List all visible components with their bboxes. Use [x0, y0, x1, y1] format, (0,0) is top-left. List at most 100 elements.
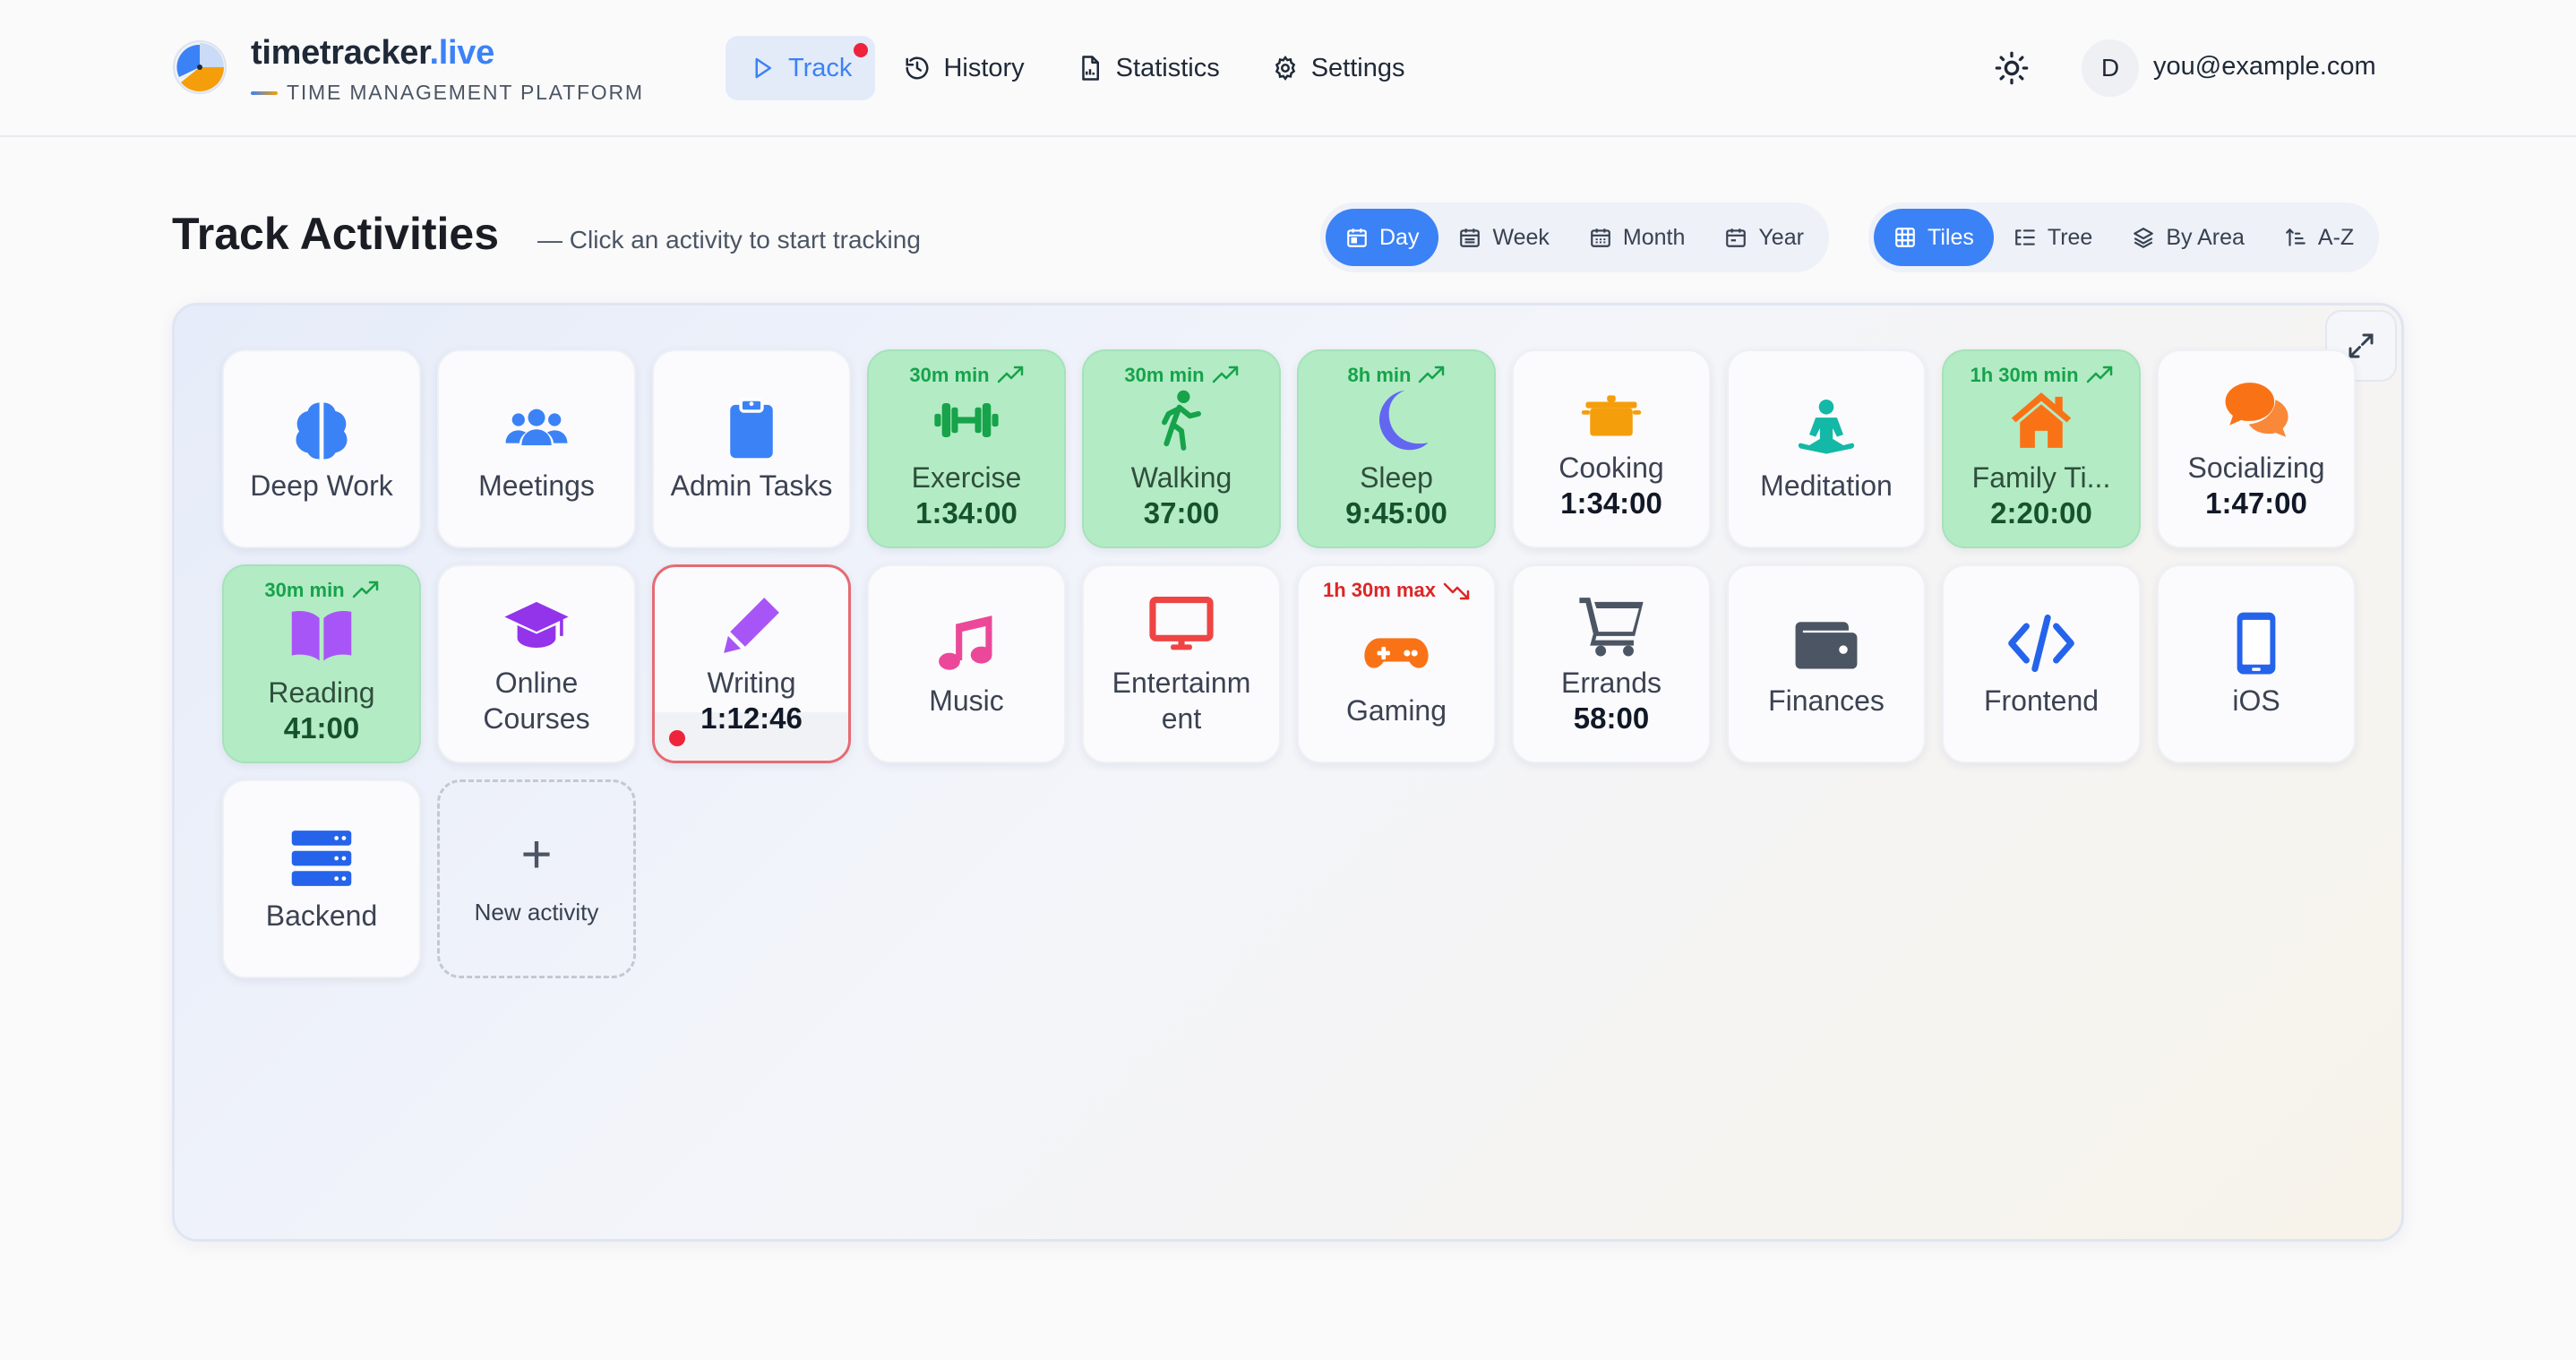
activity-tile-finances[interactable]: Finances [1727, 564, 1926, 763]
period-week-button[interactable]: Week [1438, 209, 1568, 266]
walking-icon [1147, 386, 1215, 454]
report-icon [1081, 56, 1099, 81]
goal-badge: 1h 30m max [1299, 579, 1494, 602]
tree-list-icon [2015, 229, 2035, 245]
activity-tile-sleep[interactable]: 8h min Sleep 9:45:00 [1297, 349, 1496, 548]
logo-icon[interactable] [172, 39, 228, 95]
activity-name: Sleep [1360, 461, 1433, 494]
sun-icon[interactable] [1994, 50, 2030, 86]
trend-up-icon [352, 581, 378, 598]
nav-history[interactable]: History [880, 36, 1047, 100]
activity-name: Exercise [911, 461, 1022, 494]
nav-settings[interactable]: Settings [1249, 36, 1429, 100]
goal-badge: 30m min [224, 579, 419, 602]
mobile-icon [2222, 609, 2290, 677]
activity-name: Reading [268, 676, 375, 709]
activity-tile-family-ti[interactable]: 1h 30m min Family Ti... 2:20:00 [1942, 349, 2141, 548]
code-icon [2007, 609, 2075, 677]
activity-tile-writing[interactable]: Writing 1:12:46 [652, 564, 851, 763]
activity-tile-reading[interactable]: 30m min Reading 41:00 [222, 564, 421, 763]
period-year-button[interactable]: Year [1704, 209, 1824, 266]
activity-tile-online-courses[interactable]: Online Courses [437, 564, 636, 763]
brand-name[interactable]: timetracker.live [251, 34, 494, 73]
avatar[interactable]: D [2082, 39, 2139, 97]
period-day-label: Day [1379, 224, 1420, 250]
brand-domain: .live [429, 34, 495, 72]
activity-time: 58:00 [1573, 702, 1650, 735]
activity-time: 41:00 [283, 711, 360, 745]
goal-badge: 1h 30m min [1944, 364, 2139, 387]
view-by-area-label: By Area [2166, 224, 2245, 250]
activity-name: Meetings [478, 469, 595, 502]
play-icon [755, 57, 771, 79]
activity-tile-entertainm-ent[interactable]: Entertainm ent [1082, 564, 1281, 763]
pot-icon [1577, 376, 1645, 444]
activity-name: iOS [2232, 684, 2280, 717]
brand-tagline-text: TIME MANAGEMENT PLATFORM [287, 81, 644, 104]
goal-badge: 30m min [1084, 364, 1279, 387]
view-tiles-label: Tiles [1928, 224, 1974, 250]
nav-statistics-label: Statistics [1115, 53, 1220, 82]
view-filter: Tiles Tree By Area A-Z [1868, 202, 2380, 272]
new-activity-button[interactable]: + New activity [437, 779, 636, 978]
trend-down-icon [1443, 582, 1470, 600]
calendar-icon [1347, 228, 1367, 247]
goal-badge-text: 8h min [1347, 364, 1412, 386]
activity-name: Family Ti... [1971, 461, 2111, 494]
view-tree-button[interactable]: Tree [1994, 209, 2112, 266]
nav-track-label: Track [788, 53, 853, 82]
activity-tile-music[interactable]: Music [867, 564, 1066, 763]
activity-tile-gaming[interactable]: 1h 30m max Gaming [1297, 564, 1496, 763]
grid-icon [1895, 228, 1915, 247]
activity-tile-admin-tasks[interactable]: Admin Tasks [652, 349, 851, 548]
goal-badge-text: 30m min [1124, 364, 1205, 386]
activity-tile-deep-work[interactable]: Deep Work [222, 349, 421, 548]
cart-icon [1577, 591, 1645, 659]
view-by-area-button[interactable]: By Area [2112, 209, 2264, 266]
activity-tile-cooking[interactable]: Cooking 1:34:00 [1512, 349, 1711, 548]
activity-name: Meditation [1760, 469, 1893, 502]
activity-tile-backend[interactable]: Backend [222, 779, 421, 978]
activity-tile-exercise[interactable]: 30m min Exercise 1:34:00 [867, 349, 1066, 548]
nav-track[interactable]: Track [726, 36, 876, 100]
activity-time: 1:34:00 [915, 496, 1018, 529]
book-icon [288, 601, 356, 669]
dumbbell-icon [932, 386, 1000, 454]
meditation-icon [1792, 394, 1860, 462]
activity-name: Entertainm ent [1112, 667, 1251, 735]
recording-indicator-dot [854, 43, 869, 57]
period-day-button[interactable]: Day [1326, 209, 1439, 266]
goal-badge: 8h min [1299, 364, 1494, 387]
trend-up-icon [2086, 366, 2112, 383]
nav-statistics[interactable]: Statistics [1053, 36, 1243, 100]
activity-tile-frontend[interactable]: Frontend [1942, 564, 2141, 763]
activity-tile-meditation[interactable]: Meditation [1727, 349, 1926, 548]
sort-az-icon [2286, 228, 2306, 246]
view-az-button[interactable]: A-Z [2264, 209, 2374, 266]
gear-icon [1275, 56, 1295, 82]
trend-up-icon [1212, 366, 1238, 383]
tagline-accent-line [251, 90, 278, 95]
recording-dot [669, 730, 685, 746]
page-subtitle: — Click an activity to start tracking [537, 226, 921, 254]
view-tiles-button[interactable]: Tiles [1874, 209, 1994, 266]
activity-tile-walking[interactable]: 30m min Walking 37:00 [1082, 349, 1281, 548]
server-icon [288, 824, 356, 892]
moon-icon [1362, 386, 1430, 454]
user-email[interactable]: you@example.com [2153, 52, 2376, 82]
activity-tile-ios[interactable]: iOS [2157, 564, 2356, 763]
page-title: Track Activities [172, 209, 500, 259]
activity-name: Frontend [1983, 684, 2099, 717]
calendar-year-icon [1726, 228, 1747, 247]
activity-name: Admin Tasks [670, 469, 833, 502]
activity-time: 1:47:00 [2205, 486, 2307, 520]
chat-icon [2222, 376, 2290, 444]
goal-badge-text: 30m min [264, 579, 345, 601]
period-month-button[interactable]: Month [1569, 209, 1704, 266]
period-week-label: Week [1492, 224, 1550, 250]
layers-icon [2134, 228, 2154, 248]
activity-name: Music [929, 684, 1004, 717]
activity-tile-errands[interactable]: Errands 58:00 [1512, 564, 1711, 763]
activity-tile-socializing[interactable]: Socializing 1:47:00 [2157, 349, 2356, 548]
activity-tile-meetings[interactable]: Meetings [437, 349, 636, 548]
